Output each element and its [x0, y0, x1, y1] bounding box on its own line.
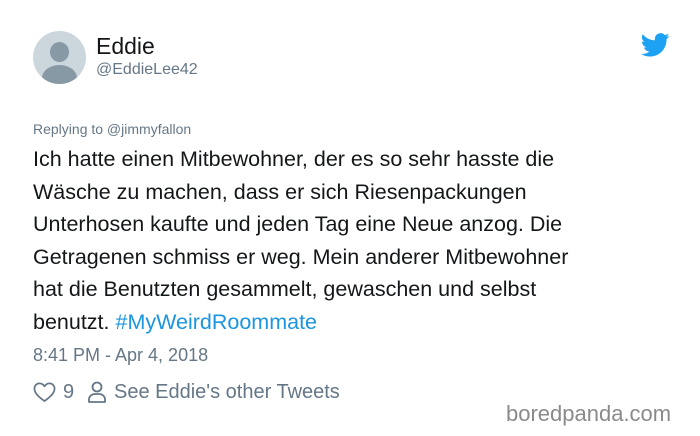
person-icon — [88, 381, 106, 403]
tweet-line: hat die Benutzten gesammelt, gewaschen u… — [33, 277, 537, 301]
avatar[interactable] — [33, 31, 86, 84]
twitter-bird-icon[interactable] — [641, 33, 670, 57]
avatar-body-shape — [42, 65, 77, 84]
see-other-tweets-link[interactable]: See Eddie's other Tweets — [87, 380, 340, 404]
tweet-line: Wäsche zu machen, dass er sich Riesenpac… — [33, 179, 527, 204]
tweet-line: Ich hatte einen Mitbewohner, der es so s… — [33, 147, 555, 171]
tweet-card: Eddie @EddieLee42 Replying to @jimmyfall… — [0, 0, 700, 436]
avatar-head-shape — [50, 42, 69, 62]
watermark: boredpanda.com — [506, 401, 672, 426]
see-other-tweets-label: See Eddie's other Tweets — [114, 381, 340, 403]
tweet-timestamp[interactable]: 8:41 PM - Apr 4, 2018 — [33, 345, 208, 365]
heart-icon — [33, 382, 56, 402]
hashtag-link[interactable]: #MyWeirdRoommate — [115, 310, 317, 334]
tweet-text: Ich hatte einen Mitbewohner, der es so s… — [33, 143, 673, 338]
display-name[interactable]: Eddie — [96, 33, 155, 59]
like-count: 9 — [63, 381, 75, 403]
replying-to[interactable]: Replying to @jimmyfallon — [33, 121, 191, 137]
user-handle[interactable]: @EddieLee42 — [96, 61, 198, 79]
tweet-line-last: benutzt. #MyWeirdRoommate — [33, 306, 673, 339]
tweet-line: Getragenen schmiss er weg. Mein anderer … — [33, 244, 569, 269]
like-button[interactable]: 9 — [33, 380, 74, 404]
tweet-line-text: benutzt. — [33, 309, 110, 334]
tweet-line: Unterhosen kaufte und jeden Tag eine Neu… — [33, 212, 563, 236]
